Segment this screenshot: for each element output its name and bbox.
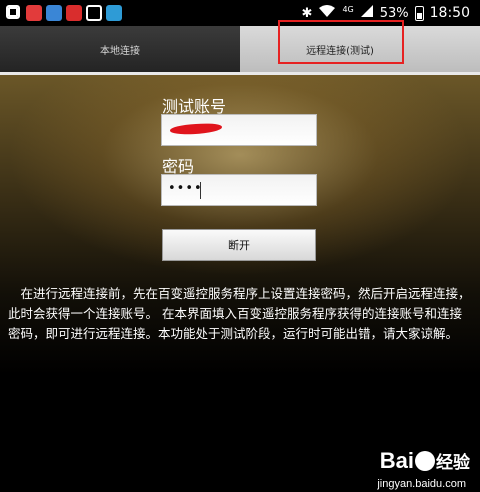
watermark-url: jingyan.baidu.com [377, 478, 466, 490]
description-text: 在进行远程连接前，先在百变遥控服务程序上设置连接密码，然后开启远程连接，此时会获… [8, 284, 474, 344]
account-input[interactable] [161, 114, 317, 146]
screenshot-app-icon [86, 5, 102, 21]
password-input[interactable]: •••• [161, 174, 317, 206]
baidu-jingyan-logo: Bai 经验 [380, 448, 470, 474]
paw-icon [415, 451, 435, 471]
logo-text-right: 经验 [436, 453, 470, 472]
baidu-watermark: Bai 经验 jingyan.baidu.com [377, 448, 470, 490]
tab-bar: 本地连接 远程连接(测试) [0, 20, 480, 72]
network-type: 4G [342, 4, 354, 14]
status-bar: ✱ 4G 53% 18:50 [0, 0, 480, 26]
redaction-mark [169, 122, 223, 136]
tab-local-connection[interactable]: 本地连接 [0, 26, 240, 72]
text-cursor [200, 182, 201, 199]
tab-remote-connection[interactable]: 远程连接(测试) [240, 20, 480, 72]
blue-app-icon [46, 5, 62, 21]
clock: 18:50 [429, 5, 470, 21]
logo-text-left: Bai [379, 448, 414, 473]
battery-percent: 53% [379, 5, 409, 21]
disconnect-button-label: 断开 [228, 239, 250, 252]
battery-icon [414, 5, 424, 21]
red-app-icon-2 [66, 5, 82, 21]
shield-app-icon [106, 5, 122, 21]
disconnect-button[interactable]: 断开 [162, 229, 316, 261]
tab-label: 本地连接 [100, 45, 140, 57]
description-paragraph: 在进行远程连接前，先在百变遥控服务程序上设置连接密码，然后开启远程连接，此时会获… [8, 286, 471, 341]
tab-label: 远程连接(测试) [306, 45, 374, 57]
gallery-app-icon [6, 5, 20, 19]
bluetooth-icon: ✱ [301, 5, 313, 21]
password-value: •••• [168, 181, 203, 196]
remote-connection-panel: 测试账号 密码 •••• 断开 在进行远程连接前，先在百变遥控服务程序上设置连接… [0, 75, 480, 492]
red-app-icon [26, 5, 42, 21]
